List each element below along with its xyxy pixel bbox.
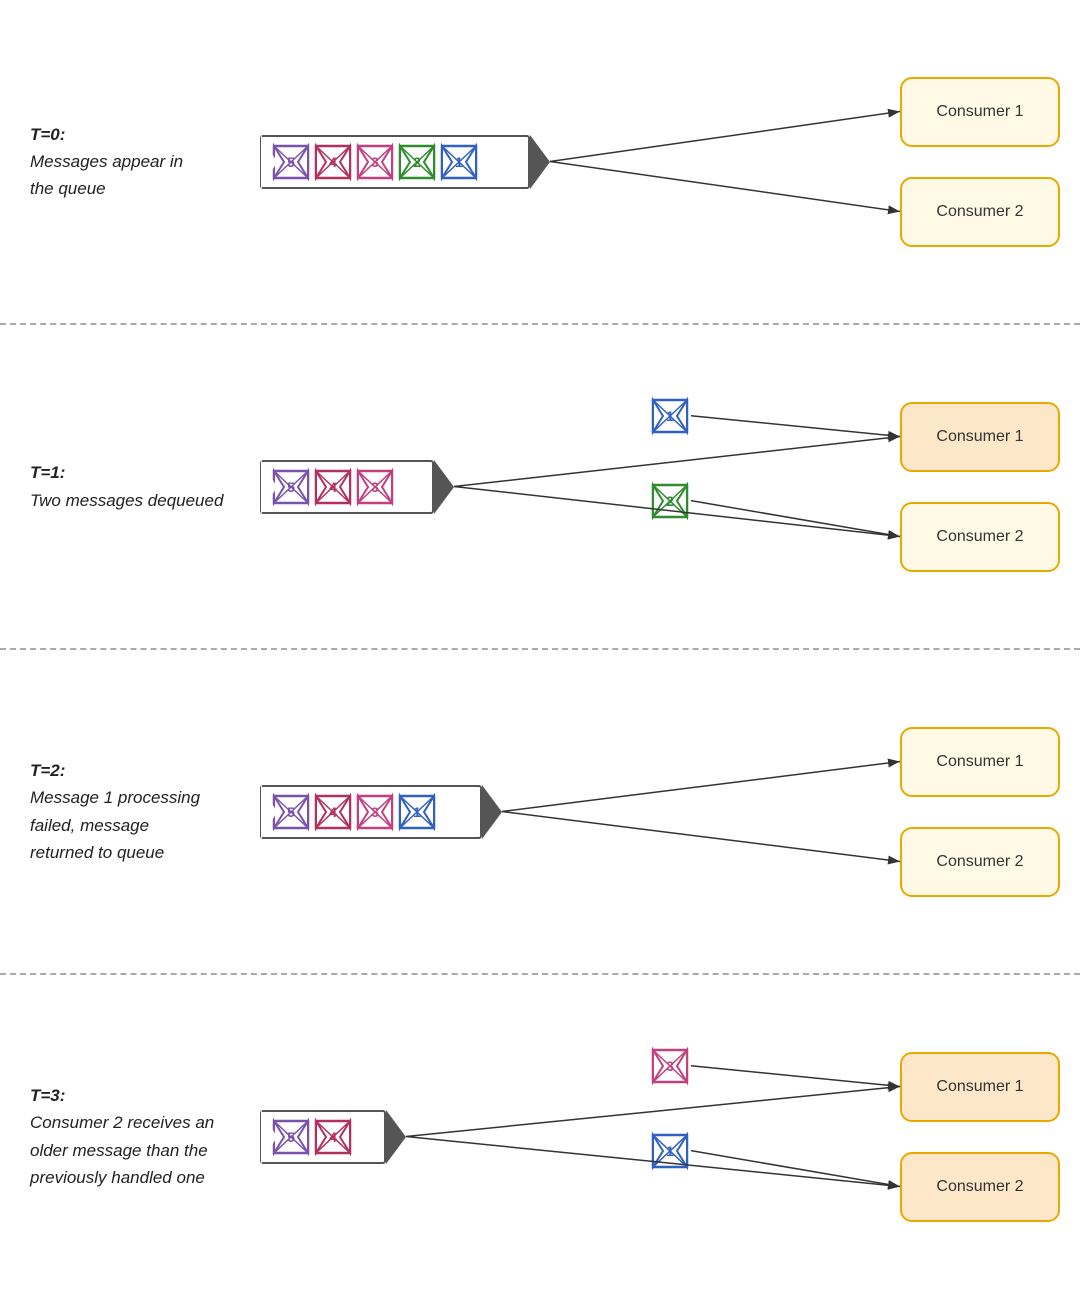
msg-3-in-queue: 3 <box>354 791 396 833</box>
msg-4-in-queue: 4 <box>312 1116 354 1158</box>
label-t0: T=0: Messages appear in the queue <box>0 121 260 203</box>
label-t1: T=1: Two messages dequeued <box>0 459 260 513</box>
desc-line-2: previously handled one <box>30 1168 205 1187</box>
time-label-t2: T=2: <box>30 761 65 780</box>
svg-text:3: 3 <box>371 479 379 495</box>
svg-text:1: 1 <box>455 154 463 170</box>
msg-4-in-queue: 4 <box>312 466 354 508</box>
desc-line-1: older message than the <box>30 1141 208 1160</box>
queue-arrow-t1 <box>434 460 454 514</box>
desc-line-1: failed, message <box>30 816 149 835</box>
svg-text:3: 3 <box>371 154 379 170</box>
label-t3: T=3: Consumer 2 receives an older message … <box>0 1082 260 1191</box>
queue-left-notch-t0 <box>261 135 277 189</box>
main-area-t1: 5 4 3 Consumer 1 Consumer 2 1 2 <box>260 345 1080 628</box>
queue-arrow-t0 <box>530 135 550 189</box>
svg-text:3: 3 <box>666 1058 674 1074</box>
main-area-t3: 54Consumer 1Consumer 231 <box>260 995 1080 1278</box>
floating-msg-3-t3: 3 <box>649 1045 691 1087</box>
consumers-col-t2: Consumer 1 Consumer 2 <box>900 727 1080 897</box>
time-label-t0: T=0: <box>30 125 65 144</box>
svg-text:4: 4 <box>329 154 337 170</box>
desc-line-0: Consumer 2 receives an <box>30 1113 214 1132</box>
msg-1-in-queue: 1 <box>438 141 480 183</box>
svg-text:5: 5 <box>287 1129 295 1145</box>
svg-text:3: 3 <box>371 804 379 820</box>
time-label-t3: T=3: <box>30 1086 65 1105</box>
row-t3: T=3: Consumer 2 receives an older message … <box>0 975 1080 1298</box>
row-t1: T=1:Two messages dequeued543Consumer 1Co… <box>0 325 1080 648</box>
floating-msg-2-t1: 2 <box>649 480 691 522</box>
queue-left-notch-t1 <box>261 460 277 514</box>
queue-left-notch-t2 <box>261 785 277 839</box>
row-t2: T=2: Message 1 processing failed, message r… <box>0 650 1080 973</box>
queue-t2: 5 4 3 1 <box>260 785 482 839</box>
queue-wrapper-t0: 5 4 3 2 1 <box>260 135 550 189</box>
desc-line-0: Two messages dequeued <box>30 491 223 510</box>
consumers-col-t3: Consumer 1 Consumer 2 <box>900 1052 1080 1222</box>
queue-wrapper-t2: 5 4 3 1 <box>260 785 502 839</box>
svg-text:1: 1 <box>666 1143 674 1159</box>
msg-3-in-queue: 3 <box>354 466 396 508</box>
msg-3-in-queue: 3 <box>354 141 396 183</box>
msg-4-in-queue: 4 <box>312 791 354 833</box>
floating-msg-1-t1: 1 <box>649 395 691 437</box>
consumers-col-t0: Consumer 1 Consumer 2 <box>900 77 1080 247</box>
queue-wrapper-t1: 5 4 3 <box>260 460 454 514</box>
queue-arrow-t3 <box>386 1110 406 1164</box>
floating-msg-1-t3: 1 <box>649 1130 691 1172</box>
svg-text:2: 2 <box>666 493 674 509</box>
svg-text:1: 1 <box>413 804 421 820</box>
desc-line-1: the queue <box>30 179 106 198</box>
consumers-col-t1: Consumer 1 Consumer 2 <box>900 402 1080 572</box>
main-area-t0: 5 4 3 2 1 Consumer 1 Consumer 2 <box>260 20 1080 303</box>
msg-1-in-queue: 1 <box>396 791 438 833</box>
consumer2-box-t1: Consumer 2 <box>900 502 1060 572</box>
svg-text:4: 4 <box>329 479 337 495</box>
row-t0: T=0: Messages appear in the queue 5 4 3 2 1 Cons… <box>0 0 1080 323</box>
queue-left-notch-t3 <box>261 1110 277 1164</box>
consumer2-box-t0: Consumer 2 <box>900 177 1060 247</box>
svg-text:2: 2 <box>413 154 421 170</box>
consumer2-box-t2: Consumer 2 <box>900 827 1060 897</box>
main-area-t2: 5 4 3 1 Consumer 1 Consumer 2 <box>260 670 1080 953</box>
consumer1-box-t3: Consumer 1 <box>900 1052 1060 1122</box>
queue-t3: 54 <box>260 1110 386 1164</box>
queue-arrow-t2 <box>482 785 502 839</box>
diagram-container: T=0:Messages appear inthe queue54321Cons… <box>0 0 1080 1298</box>
queue-wrapper-t3: 54 <box>260 1110 406 1164</box>
svg-text:4: 4 <box>329 804 337 820</box>
consumer1-box-t0: Consumer 1 <box>900 77 1060 147</box>
desc-line-0: Messages appear in <box>30 152 183 171</box>
queue-t1: 5 4 3 <box>260 460 434 514</box>
svg-text:1: 1 <box>666 408 674 424</box>
consumer1-box-t2: Consumer 1 <box>900 727 1060 797</box>
msg-4-in-queue: 4 <box>312 141 354 183</box>
svg-text:5: 5 <box>287 154 295 170</box>
msg-2-in-queue: 2 <box>396 141 438 183</box>
svg-text:5: 5 <box>287 804 295 820</box>
svg-text:4: 4 <box>329 1129 337 1145</box>
label-t2: T=2: Message 1 processing failed, message r… <box>0 757 260 866</box>
consumer2-box-t3: Consumer 2 <box>900 1152 1060 1222</box>
consumer1-box-t1: Consumer 1 <box>900 402 1060 472</box>
desc-line-2: returned to queue <box>30 843 164 862</box>
queue-t0: 5 4 3 2 1 <box>260 135 530 189</box>
time-label-t1: T=1: <box>30 463 65 482</box>
desc-line-0: Message 1 processing <box>30 788 200 807</box>
svg-text:5: 5 <box>287 479 295 495</box>
